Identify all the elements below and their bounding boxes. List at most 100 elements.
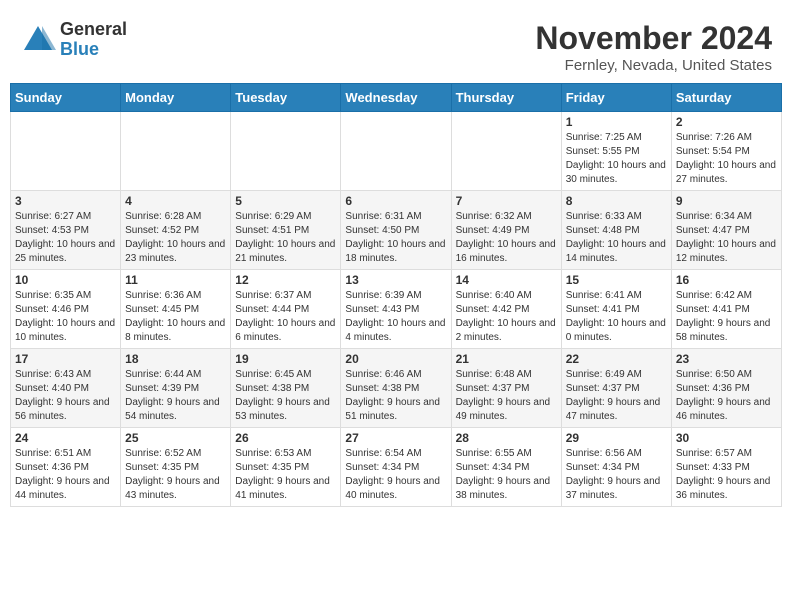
calendar-week-row: 24Sunrise: 6:51 AM Sunset: 4:36 PM Dayli… [11, 428, 782, 507]
calendar-day-cell: 10Sunrise: 6:35 AM Sunset: 4:46 PM Dayli… [11, 270, 121, 349]
calendar-day-cell: 3 Sunrise: 6:27 AM Sunset: 4:53 PM Daylig… [11, 191, 121, 270]
day-info: Sunrise: 7:26 AM Sunset: 5:54 PM Dayligh… [676, 131, 777, 187]
calendar-day-cell [341, 112, 451, 191]
day-number: 15 [566, 273, 667, 287]
weekday-header: Sunday [11, 84, 121, 112]
calendar-day-cell: 12 Sunrise: 6:37 AM Sunset: 4:44 PM Dayli… [231, 270, 341, 349]
day-info: Sunrise: 6:49 AM Sunset: 4:37 PM Dayligh… [566, 368, 667, 424]
calendar-day-cell: 29 Sunrise: 6:56 AM Sunset: 4:34 PM Dayli… [561, 428, 671, 507]
day-info: Sunrise: 6:27 AM Sunset: 4:53 PM Dayligh… [15, 210, 116, 266]
day-number: 29 [566, 431, 667, 445]
day-info: Sunrise: 6:37 AM Sunset: 4:44 PM Dayligh… [235, 289, 336, 345]
title-block: November 2024 Fernley, Nevada, United St… [535, 20, 772, 74]
calendar-day-cell: 9 Sunrise: 6:34 AM Sunset: 4:47 PM Daylig… [671, 191, 781, 270]
calendar-day-cell: 18 Sunrise: 6:44 AM Sunset: 4:39 PM Dayli… [121, 349, 231, 428]
day-info: Sunrise: 6:50 AM Sunset: 4:36 PM Dayligh… [676, 368, 777, 424]
calendar-table: SundayMondayTuesdayWednesdayThursdayFrid… [10, 83, 782, 507]
day-number: 5 [235, 194, 336, 208]
calendar-day-cell: 22Sunrise: 6:49 AM Sunset: 4:37 PM Dayli… [561, 349, 671, 428]
calendar-day-cell: 14 Sunrise: 6:40 AM Sunset: 4:42 PM Dayli… [451, 270, 561, 349]
day-info: Sunrise: 6:31 AM Sunset: 4:50 PM Dayligh… [345, 210, 446, 266]
page-subtitle: Fernley, Nevada, United States [535, 57, 772, 74]
day-info: Sunrise: 6:42 AM Sunset: 4:41 PM Dayligh… [676, 289, 777, 345]
calendar-day-cell: 5 Sunrise: 6:29 AM Sunset: 4:51 PM Daylig… [231, 191, 341, 270]
day-number: 3 [15, 194, 116, 208]
calendar-day-cell: 8Sunrise: 6:33 AM Sunset: 4:48 PM Daylig… [561, 191, 671, 270]
day-number: 6 [345, 194, 446, 208]
day-number: 7 [456, 194, 557, 208]
day-number: 11 [125, 273, 226, 287]
day-info: Sunrise: 6:32 AM Sunset: 4:49 PM Dayligh… [456, 210, 557, 266]
day-number: 18 [125, 352, 226, 366]
calendar-day-cell: 28Sunrise: 6:55 AM Sunset: 4:34 PM Dayli… [451, 428, 561, 507]
calendar-header-row: SundayMondayTuesdayWednesdayThursdayFrid… [11, 84, 782, 112]
day-number: 19 [235, 352, 336, 366]
calendar-day-cell: 7 Sunrise: 6:32 AM Sunset: 4:49 PM Daylig… [451, 191, 561, 270]
day-number: 1 [566, 115, 667, 129]
day-number: 26 [235, 431, 336, 445]
calendar-day-cell: 17 Sunrise: 6:43 AM Sunset: 4:40 PM Dayli… [11, 349, 121, 428]
day-info: Sunrise: 6:41 AM Sunset: 4:41 PM Dayligh… [566, 289, 667, 345]
day-number: 20 [345, 352, 446, 366]
day-number: 14 [456, 273, 557, 287]
calendar-day-cell: 20 Sunrise: 6:46 AM Sunset: 4:38 PM Dayli… [341, 349, 451, 428]
day-info: Sunrise: 6:36 AM Sunset: 4:45 PM Dayligh… [125, 289, 226, 345]
day-number: 12 [235, 273, 336, 287]
day-number: 23 [676, 352, 777, 366]
logo-general-text: General [60, 20, 127, 40]
logo-icon [20, 22, 56, 58]
calendar-day-cell: 11 Sunrise: 6:36 AM Sunset: 4:45 PM Dayli… [121, 270, 231, 349]
day-number: 24 [15, 431, 116, 445]
day-info: Sunrise: 6:54 AM Sunset: 4:34 PM Dayligh… [345, 447, 446, 503]
day-info: Sunrise: 6:44 AM Sunset: 4:39 PM Dayligh… [125, 368, 226, 424]
calendar-day-cell: 1Sunrise: 7:25 AM Sunset: 5:55 PM Daylig… [561, 112, 671, 191]
day-info: Sunrise: 6:56 AM Sunset: 4:34 PM Dayligh… [566, 447, 667, 503]
calendar-day-cell [231, 112, 341, 191]
day-info: Sunrise: 6:35 AM Sunset: 4:46 PM Dayligh… [15, 289, 116, 345]
day-number: 25 [125, 431, 226, 445]
day-info: Sunrise: 6:34 AM Sunset: 4:47 PM Dayligh… [676, 210, 777, 266]
calendar-day-cell: 21Sunrise: 6:48 AM Sunset: 4:37 PM Dayli… [451, 349, 561, 428]
calendar-day-cell: 30 Sunrise: 6:57 AM Sunset: 4:33 PM Dayli… [671, 428, 781, 507]
day-number: 30 [676, 431, 777, 445]
day-info: Sunrise: 6:46 AM Sunset: 4:38 PM Dayligh… [345, 368, 446, 424]
calendar-week-row: 17 Sunrise: 6:43 AM Sunset: 4:40 PM Dayli… [11, 349, 782, 428]
weekday-header: Wednesday [341, 84, 451, 112]
calendar-day-cell: 15 Sunrise: 6:41 AM Sunset: 4:41 PM Dayli… [561, 270, 671, 349]
calendar-day-cell: 23 Sunrise: 6:50 AM Sunset: 4:36 PM Dayli… [671, 349, 781, 428]
calendar-day-cell: 13Sunrise: 6:39 AM Sunset: 4:43 PM Dayli… [341, 270, 451, 349]
calendar-day-cell: 16Sunrise: 6:42 AM Sunset: 4:41 PM Dayli… [671, 270, 781, 349]
page-header: General Blue November 2024 Fernley, Neva… [10, 10, 782, 79]
logo-blue-text: Blue [60, 40, 127, 60]
weekday-header: Saturday [671, 84, 781, 112]
day-number: 28 [456, 431, 557, 445]
day-number: 9 [676, 194, 777, 208]
day-info: Sunrise: 6:57 AM Sunset: 4:33 PM Dayligh… [676, 447, 777, 503]
calendar-week-row: 1Sunrise: 7:25 AM Sunset: 5:55 PM Daylig… [11, 112, 782, 191]
calendar-day-cell [451, 112, 561, 191]
calendar-day-cell: 19 Sunrise: 6:45 AM Sunset: 4:38 PM Dayli… [231, 349, 341, 428]
day-info: Sunrise: 6:48 AM Sunset: 4:37 PM Dayligh… [456, 368, 557, 424]
calendar-day-cell: 2 Sunrise: 7:26 AM Sunset: 5:54 PM Daylig… [671, 112, 781, 191]
calendar-day-cell: 27 Sunrise: 6:54 AM Sunset: 4:34 PM Dayli… [341, 428, 451, 507]
day-info: Sunrise: 6:40 AM Sunset: 4:42 PM Dayligh… [456, 289, 557, 345]
day-number: 27 [345, 431, 446, 445]
day-info: Sunrise: 6:52 AM Sunset: 4:35 PM Dayligh… [125, 447, 226, 503]
day-number: 17 [15, 352, 116, 366]
weekday-header: Friday [561, 84, 671, 112]
day-info: Sunrise: 6:43 AM Sunset: 4:40 PM Dayligh… [15, 368, 116, 424]
day-info: Sunrise: 6:45 AM Sunset: 4:38 PM Dayligh… [235, 368, 336, 424]
weekday-header: Thursday [451, 84, 561, 112]
day-number: 4 [125, 194, 226, 208]
page-title: November 2024 [535, 20, 772, 57]
calendar-day-cell [121, 112, 231, 191]
day-number: 8 [566, 194, 667, 208]
day-number: 2 [676, 115, 777, 129]
day-info: Sunrise: 6:28 AM Sunset: 4:52 PM Dayligh… [125, 210, 226, 266]
calendar-day-cell: 26Sunrise: 6:53 AM Sunset: 4:35 PM Dayli… [231, 428, 341, 507]
calendar-day-cell: 24Sunrise: 6:51 AM Sunset: 4:36 PM Dayli… [11, 428, 121, 507]
day-info: Sunrise: 6:29 AM Sunset: 4:51 PM Dayligh… [235, 210, 336, 266]
calendar-day-cell [11, 112, 121, 191]
calendar-week-row: 3 Sunrise: 6:27 AM Sunset: 4:53 PM Daylig… [11, 191, 782, 270]
weekday-header: Monday [121, 84, 231, 112]
